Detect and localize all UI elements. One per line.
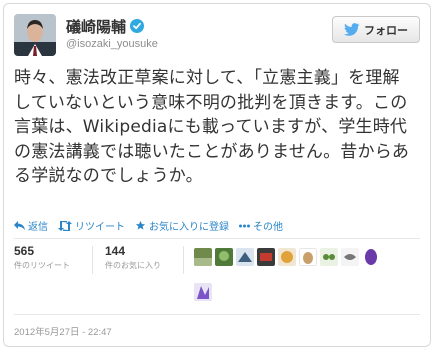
tweet-actions: 返信 リツイート お気に入りに登録 その他 <box>14 218 283 233</box>
follow-button[interactable]: フォロー <box>332 16 420 43</box>
favoriter-avatar[interactable] <box>236 248 254 266</box>
favoriter-avatar[interactable] <box>299 248 317 266</box>
retweet-icon <box>58 220 72 231</box>
favoriter-avatar[interactable] <box>194 283 212 301</box>
favorite-star-icon <box>135 220 146 230</box>
user-handle[interactable]: @isozaki_yousuke <box>66 38 158 50</box>
favoriter-avatar[interactable] <box>257 248 275 266</box>
favoriter-avatar[interactable] <box>194 248 212 266</box>
reply-label: 返信 <box>28 222 48 233</box>
tweet-timestamp[interactable]: 2012年5月27日 - 22:47 <box>14 324 112 338</box>
tweet-stats: 565 件のリツイート 144 件のお気に入り <box>14 244 196 274</box>
more-action[interactable]: その他 <box>239 218 283 233</box>
user-avatar[interactable] <box>14 14 56 56</box>
favorite-label: お気に入りに登録 <box>149 222 229 233</box>
stats-separator <box>92 246 93 274</box>
favoriter-avatar[interactable] <box>320 248 338 266</box>
divider-bottom <box>14 314 420 315</box>
favoriter-avatar[interactable] <box>215 248 233 266</box>
retweet-count: 565 <box>14 244 35 258</box>
favoriter-avatar[interactable] <box>278 248 296 266</box>
follow-button-label: フォロー <box>364 23 408 37</box>
more-dots-icon <box>239 224 250 227</box>
stats-separator-2 <box>183 246 184 274</box>
person-avatar-icon <box>14 14 56 56</box>
verified-badge-icon <box>130 19 145 33</box>
reply-icon <box>14 221 25 230</box>
retweet-count-label: 件のリツイート <box>14 261 70 270</box>
favoriter-avatar[interactable] <box>362 248 380 266</box>
retweet-action[interactable]: リツイート <box>58 218 125 233</box>
divider-top <box>14 238 420 239</box>
user-name-text: 礒崎陽輔 <box>66 18 127 36</box>
tweet-card: 礒崎陽輔 @isozaki_yousuke フォロー 時々、憲法改正草案に対して… <box>3 3 431 347</box>
favorite-count-label: 件のお気に入り <box>105 261 161 270</box>
favorite-count-stat[interactable]: 144 件のお気に入り <box>105 244 161 271</box>
twitter-bird-icon <box>344 23 360 36</box>
tweet-text: 時々、憲法改正草案に対して、「立憲主義」を理解していないという意味不明の批判を頂… <box>14 68 410 186</box>
retweet-label: リツイート <box>75 222 125 233</box>
reply-action[interactable]: 返信 <box>14 218 48 233</box>
favorite-count: 144 <box>105 244 126 258</box>
favorite-action[interactable]: お気に入りに登録 <box>135 218 229 233</box>
favoriter-avatar[interactable] <box>341 248 359 266</box>
retweet-count-stat[interactable]: 565 件のリツイート <box>14 244 70 271</box>
more-label: その他 <box>253 222 283 233</box>
user-name[interactable]: 礒崎陽輔 <box>66 16 145 37</box>
